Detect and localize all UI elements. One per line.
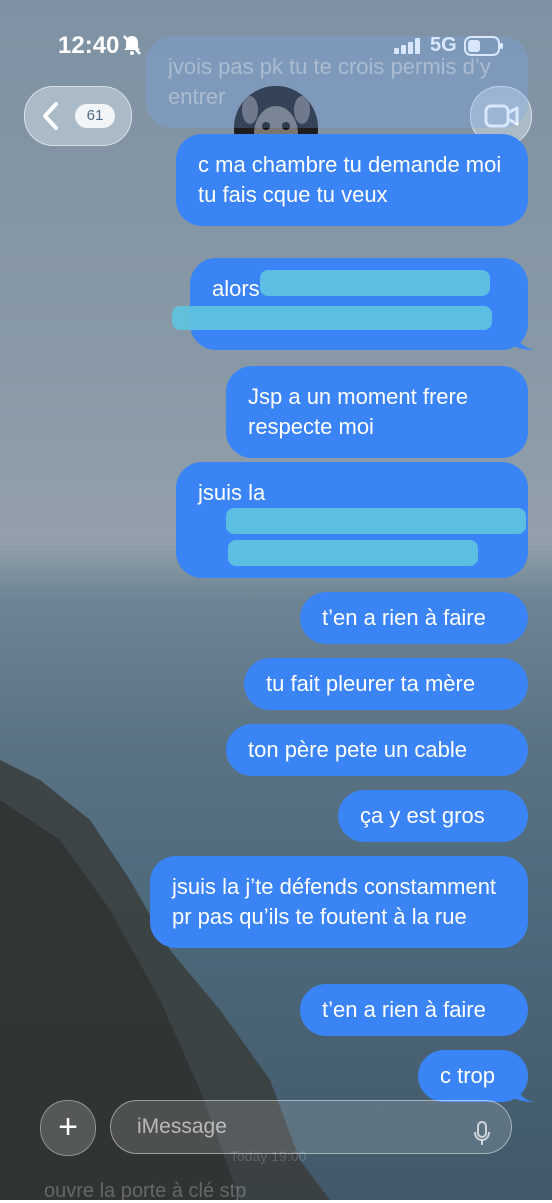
message-bubble[interactable]: jsuis la j’te défends constamment pr pas… [150, 856, 528, 948]
message-bubble[interactable]: tu fait pleurer ta mère [244, 658, 528, 710]
bell-slash-icon [122, 34, 142, 61]
message-text: ton père pete un cable [248, 737, 467, 762]
message-bubble[interactable]: jvois pas pk tu te crois permis d’y entr… [146, 36, 528, 128]
mic-icon[interactable] [473, 1115, 491, 1167]
status-time: 12:40 [58, 32, 120, 59]
message-text: t’en a rien à faire [322, 605, 486, 630]
unread-count-badge: 61 [75, 104, 115, 128]
message-bubble[interactable]: Jsp a un moment frere respecte moi [226, 366, 528, 458]
message-bubble[interactable]: ça y est gros [338, 790, 528, 842]
redaction-scribble [172, 306, 492, 330]
message-bubble[interactable]: t’en a rien à faire [300, 592, 528, 644]
chevron-left-icon [41, 101, 59, 136]
redaction-scribble [226, 508, 526, 534]
redaction-scribble [228, 540, 478, 566]
message-bubble[interactable]: c ma chambre tu demande moi tu fais cque… [176, 134, 528, 226]
message-text: tu fait pleurer ta mère [266, 671, 476, 696]
add-attachment-button[interactable]: + [40, 1100, 96, 1156]
message-text: jsuis la j’te défends constamment pr pas… [172, 874, 497, 929]
redaction-scribble [260, 270, 490, 296]
message-text: c ma chambre tu demande moi tu fais cque… [198, 152, 502, 207]
message-bubble[interactable]: ton père pete un cable [226, 724, 528, 776]
message-text: jsuis la [198, 480, 266, 505]
input-placeholder: iMessage [137, 1115, 227, 1138]
bubble-tail [514, 330, 534, 350]
message-bubble[interactable]: t’en a rien à faire [300, 984, 528, 1036]
message-text: c trop [440, 1063, 496, 1088]
message-text: jvois pas pk tu te crois permis d’y entr… [168, 54, 491, 109]
back-button[interactable]: 61 [24, 86, 132, 146]
imessage-input[interactable]: iMessage [110, 1100, 512, 1154]
message-text: Jsp a un moment frere respecte moi [248, 384, 469, 439]
message-text: alors [212, 276, 260, 301]
message-text: ça y est gros [360, 803, 485, 828]
plus-icon: + [58, 1108, 78, 1146]
message-text: t’en a rien à faire [322, 997, 486, 1022]
